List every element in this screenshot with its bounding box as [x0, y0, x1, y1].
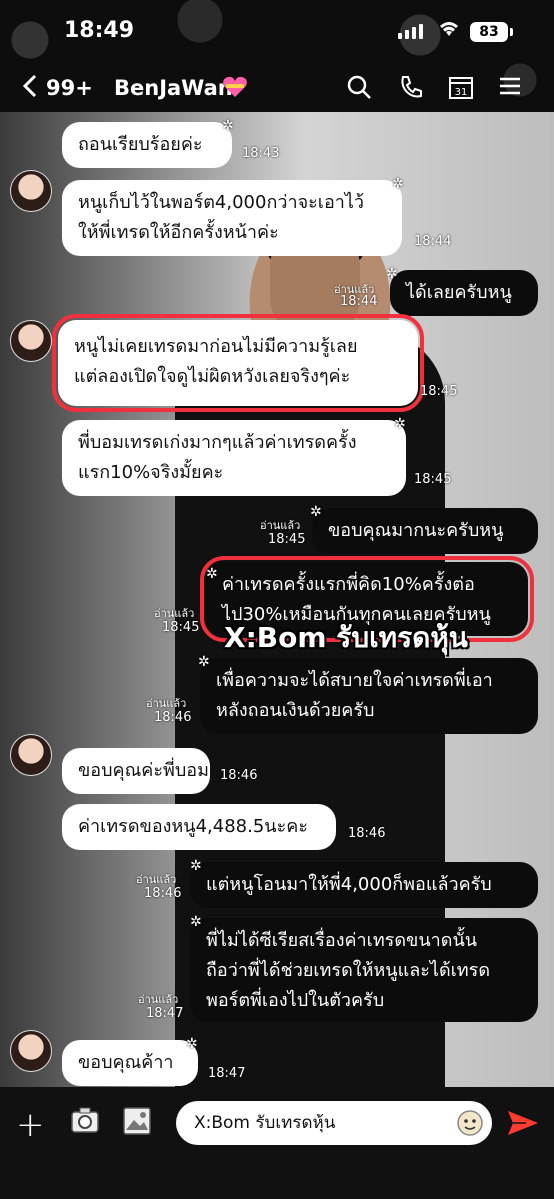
sparkle-icon: ✲ — [310, 504, 322, 520]
sparkle-icon: ✲ — [222, 118, 234, 134]
status-time: 18:49 — [64, 18, 135, 43]
message-bubble-incoming[interactable]: หนูเก็บไว้ในพอร์ต4,000กว่าจะเอาไว้ให้พี่… — [62, 180, 402, 256]
message-text: พี่ไม่ได้ซีเรียสเรื่องค่าเทรดขนาดนั้น — [206, 930, 478, 951]
message-bubble-outgoing[interactable]: เพื่อความจะได้สบายใจค่าเทรดพี่เอาหลังถอน… — [200, 658, 538, 734]
message-text: แต่หนูโอนมาให้พี่4,000ก็พอแล้วครับ — [206, 874, 492, 895]
chat-title[interactable]: BenJaWan — [114, 76, 233, 100]
message-bubble-outgoing[interactable]: ขอบคุณมากนะครับหนู — [312, 508, 538, 554]
sparkle-icon: ✲ — [392, 176, 404, 192]
message-text: พี่บอมเทรดเก่งมากๆแล้วค่าเทรดครั้ง — [78, 432, 357, 453]
menu-icon[interactable] — [498, 74, 524, 100]
message-text: ให้พี่เทรดให้อีกครั้งหน้าค่ะ — [78, 222, 279, 243]
signal-icon — [398, 24, 423, 39]
camera-icon[interactable] — [70, 1106, 100, 1136]
message-text: ถือว่าพี่ได้ช่วยเทรดให้หนูและได้เทรด — [206, 960, 491, 981]
sparkle-icon: ✲ — [190, 914, 202, 930]
message-input[interactable]: X:Bom รับเทรดหุ้น — [176, 1101, 492, 1145]
plus-icon[interactable]: + — [16, 1105, 45, 1145]
message-time: 18:46 — [154, 710, 192, 725]
message-time: 18:45 — [268, 532, 306, 547]
message-text: ขอบคุณค่ะพี่บอม — [78, 760, 209, 781]
watermark-text: X:Bom รับเทรดหุ้น — [224, 621, 468, 654]
message-text: เพื่อความจะได้สบายใจค่าเทรดพี่เอา — [216, 670, 493, 691]
avatar[interactable] — [10, 320, 52, 362]
unread-count[interactable]: 99+ — [46, 76, 93, 100]
battery-indicator: 83 — [470, 22, 508, 42]
message-text: ขอบคุณมากนะครับหนู — [328, 520, 504, 541]
message-text: พอร์ตพี่เองไปในตัวครับ — [206, 990, 385, 1011]
message-bubble-incoming[interactable]: ถอนเรียบร้อยค่ะ — [62, 122, 232, 168]
battery-tip — [510, 28, 513, 36]
message-text: ได้เลยครับหนู — [406, 282, 512, 303]
back-chevron-icon[interactable] — [22, 74, 38, 104]
sparkle-icon: ✲ — [206, 566, 218, 582]
message-time: 18:45 — [420, 384, 458, 399]
message-bubble-incoming[interactable]: ค่าเทรดของหนู4,488.5นะคะ — [62, 804, 336, 850]
sparkle-icon: ✲ — [190, 858, 202, 874]
message-text: ถอนเรียบร้อยค่ะ — [78, 134, 203, 155]
message-text: หลังถอนเงินด้วยครับ — [216, 700, 375, 721]
message-time: 18:44 — [414, 234, 452, 249]
message-text: แต่ลองเปิดใจดูไม่ผิดหวังเลยจริงๆค่ะ — [74, 366, 351, 387]
sparkle-icon: ✲ — [386, 266, 398, 282]
calendar-icon[interactable]: 31 — [448, 74, 474, 100]
message-time: 18:47 — [208, 1066, 246, 1081]
sparkle-icon: ✲ — [186, 1036, 198, 1052]
message-bubble-incoming-highlighted[interactable]: หนูไม่เคยเทรดมาก่อนไม่มีความรู้เลยแต่ลอง… — [52, 314, 424, 412]
message-time: 18:47 — [146, 1006, 184, 1021]
wifi-icon — [438, 20, 460, 43]
avatar[interactable] — [10, 734, 52, 776]
sparkle-icon: ✲ — [394, 416, 406, 432]
message-bubble-incoming[interactable]: พี่บอมเทรดเก่งมากๆแล้วค่าเทรดครั้งแรก10%… — [62, 420, 406, 496]
send-icon[interactable] — [506, 1108, 540, 1138]
message-text: แรก10%จริงมั้ยคะ — [78, 462, 224, 483]
heart-emoji-icon — [222, 76, 248, 98]
avatar[interactable] — [10, 1030, 52, 1072]
message-text: หนูเก็บไว้ในพอร์ต4,000กว่าจะเอาไว้ — [78, 192, 365, 213]
message-text: ค่าเทรดของหนู4,488.5นะคะ — [78, 816, 308, 837]
avatar[interactable] — [10, 170, 52, 212]
message-bubble-outgoing[interactable]: ได้เลยครับหนู — [390, 270, 538, 316]
message-time: 18:45 — [162, 620, 200, 635]
message-text: ค่าเทรดครั้งแรกพี่คิด10%ครั้งต่อ — [222, 574, 475, 595]
phone-icon[interactable] — [398, 74, 424, 100]
svg-text:31: 31 — [455, 87, 468, 98]
emoji-icon[interactable] — [456, 1109, 484, 1137]
message-time: 18:46 — [348, 826, 386, 841]
message-bubble-incoming[interactable]: ขอบคุณค้าา — [62, 1040, 198, 1086]
message-time: 18:43 — [242, 146, 280, 161]
message-bubble-incoming[interactable]: ขอบคุณค่ะพี่บอม — [62, 748, 210, 794]
message-text: ขอบคุณค้าา — [78, 1052, 174, 1073]
message-time: 18:46 — [144, 886, 182, 901]
message-text: หนูไม่เคยเทรดมาก่อนไม่มีความรู้เลย — [74, 336, 358, 357]
message-time: 18:44 — [340, 294, 378, 309]
search-icon[interactable] — [346, 74, 372, 100]
message-bubble-outgoing[interactable]: พี่ไม่ได้ซีเรียสเรื่องค่าเทรดขนาดนั้นถือ… — [190, 918, 538, 1022]
sparkle-icon: ✲ — [198, 654, 210, 670]
message-bubble-outgoing[interactable]: แต่หนูโอนมาให้พี่4,000ก็พอแล้วครับ — [190, 862, 538, 908]
image-icon[interactable] — [122, 1106, 152, 1136]
message-time: 18:45 — [414, 472, 452, 487]
message-time: 18:46 — [220, 768, 258, 783]
